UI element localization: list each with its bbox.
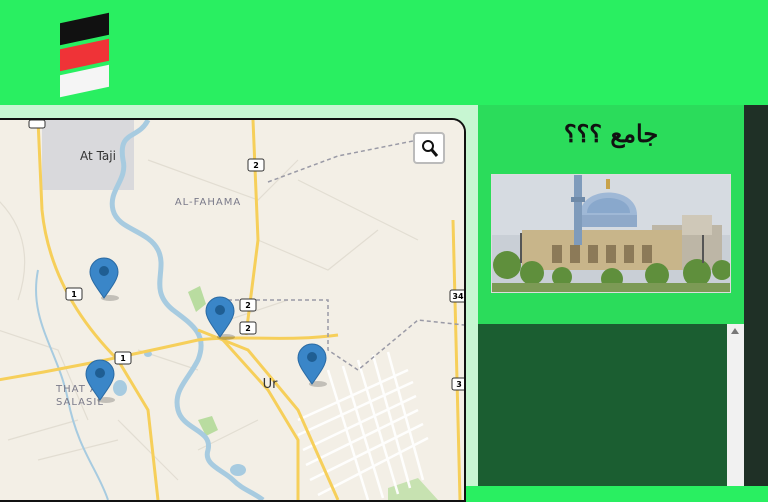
mosque-photo[interactable]	[491, 174, 731, 293]
road-shield-34: 34	[452, 292, 464, 301]
place-info-panel: جامع ؟؟؟	[478, 105, 744, 324]
place-label-at-taji: At Taji	[80, 149, 116, 163]
road-shield-2a: 2	[253, 161, 259, 170]
header	[0, 0, 768, 105]
road-shield-3: 3	[456, 380, 462, 389]
flag-logo[interactable]	[58, 12, 114, 98]
road-shield-1a: 1	[71, 290, 77, 299]
scrollbar[interactable]	[727, 324, 744, 486]
map-search-button[interactable]	[413, 132, 445, 164]
road-shield-2b: 2	[245, 301, 251, 310]
map-tiles: 2 1 2 2 1 34 3 At Taji AL-FAHAMA Ur THAT…	[0, 120, 464, 500]
magnifier-icon	[422, 140, 439, 157]
scroll-up-arrow-icon[interactable]	[731, 328, 739, 334]
place-title: جامع ؟؟؟	[563, 119, 659, 148]
road-shield-2c: 2	[245, 324, 251, 333]
content-area	[478, 324, 727, 486]
right-edge-strip	[744, 105, 768, 486]
place-label-that-as-salasil-2: SALASIL	[56, 397, 104, 408]
road-shield-1b: 1	[120, 354, 126, 363]
place-label-ur: Ur	[263, 377, 279, 392]
map-container: 2 1 2 2 1 34 3 At Taji AL-FAHAMA Ur THAT…	[0, 105, 478, 502]
map-view[interactable]: 2 1 2 2 1 34 3 At Taji AL-FAHAMA Ur THAT…	[0, 118, 466, 502]
place-label-al-fahama: AL-FAHAMA	[175, 197, 241, 208]
